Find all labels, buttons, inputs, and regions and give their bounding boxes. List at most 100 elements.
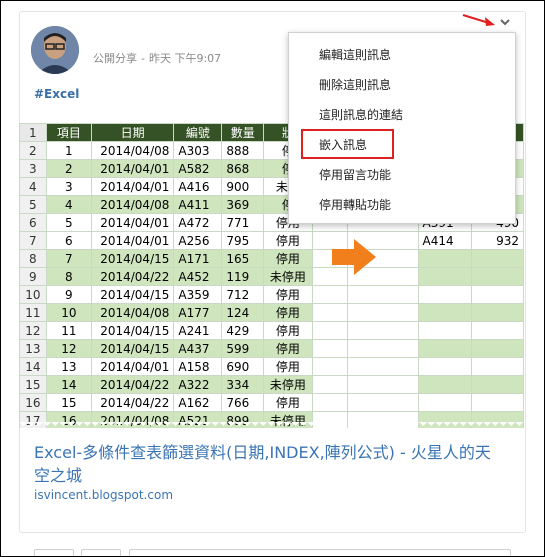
sheet-cell: A452 — [173, 267, 223, 286]
sheet-cell — [346, 321, 419, 340]
post-time[interactable]: 昨天 下午9:07 — [149, 52, 221, 65]
sheet-cell: A241 — [173, 321, 223, 340]
sheet-column-header: 項目 — [45, 123, 92, 142]
sheet-cell — [311, 321, 348, 340]
sheet-cell: A416 — [173, 177, 223, 196]
sheet-cell: 7 — [45, 249, 92, 268]
sheet-cell — [470, 321, 524, 340]
sheet-cell: 932 — [470, 231, 524, 250]
link-title[interactable]: Excel-多條件查表篩選資料(日期,INDEX,陣列公式) - 火星人的天空之… — [34, 441, 504, 487]
sheet-cell: 334 — [221, 375, 265, 394]
sheet-cell: A359 — [173, 285, 223, 304]
hashtag-link[interactable]: #Excel — [34, 87, 79, 101]
sheet-cell — [311, 375, 348, 394]
sheet-cell: 2014/04/15 — [90, 285, 175, 304]
sheet-cell: 11 — [45, 321, 92, 340]
sheet-cell: 停用 — [263, 231, 313, 250]
sheet-cell: A414 — [417, 231, 472, 250]
annotation-red-arrow-icon — [462, 14, 495, 26]
bottom-action-button[interactable] — [81, 549, 121, 556]
chevron-down-icon[interactable] — [499, 17, 511, 27]
sheet-cell: 15 — [45, 393, 92, 412]
sheet-row: 7 6 2014/04/01 A256 795 停用 A414 932 — [19, 231, 524, 250]
sheet-cell — [470, 357, 524, 376]
sheet-cell: 766 — [221, 393, 265, 412]
sheet-cell: 165 — [221, 249, 265, 268]
sheet-cell — [417, 357, 472, 376]
sheet-cell: 停用 — [263, 339, 313, 358]
sheet-cell: 2014/04/01 — [90, 231, 175, 250]
sheet-row: 10 9 2014/04/15 A359 712 停用 — [19, 285, 524, 304]
row-number: 3 — [19, 159, 47, 178]
sheet-cell: 1 — [45, 141, 92, 160]
post-meta: 公開分享 - 昨天 下午9:07 — [93, 52, 222, 65]
sheet-cell: 停用 — [263, 249, 313, 268]
row-number: 10 — [19, 285, 47, 304]
sheet-cell: 2014/04/22 — [90, 393, 175, 412]
screenshot-frame: 公開分享-昨天 下午9:07 el #Excel 1項目日期編號數量狀21201… — [0, 0, 545, 557]
row-number: 7 — [19, 231, 47, 250]
author-avatar[interactable] — [31, 26, 79, 74]
link-domain[interactable]: isvincent.blogspot.com — [34, 488, 173, 502]
menu-item-link[interactable]: 這則訊息的連結 — [319, 106, 403, 123]
sheet-cell: 3 — [45, 177, 92, 196]
sheet-cell: 10 — [45, 303, 92, 322]
menu-item-delete[interactable]: 刪除這則訊息 — [319, 76, 391, 93]
sheet-cell: 2014/04/22 — [90, 375, 175, 394]
menu-item-disable-comments[interactable]: 停用留言功能 — [319, 166, 391, 183]
sheet-cell: 停用 — [263, 321, 313, 340]
comment-box[interactable] — [129, 549, 511, 556]
sheet-row: 16 15 2014/04/22 A162 766 停用 — [19, 393, 524, 412]
sheet-cell: 停用 — [263, 357, 313, 376]
sheet-cell — [346, 393, 419, 412]
row-number: 13 — [19, 339, 47, 358]
sheet-cell: 停用 — [263, 303, 313, 322]
sheet-cell: 429 — [221, 321, 265, 340]
sheet-row: 9 8 2014/04/22 A452 119 未停用 — [19, 267, 524, 286]
sheet-cell — [311, 357, 348, 376]
row-number: 9 — [19, 267, 47, 286]
sheet-cell: A177 — [173, 303, 223, 322]
row-number: 15 — [19, 375, 47, 394]
menu-item-edit[interactable]: 編輯這則訊息 — [319, 46, 391, 63]
sheet-cell: 2014/04/15 — [90, 321, 175, 340]
sheet-cell: 13 — [45, 357, 92, 376]
sheet-cell: A472 — [173, 213, 223, 232]
menu-item-disable-reshares[interactable]: 停用轉貼功能 — [319, 196, 391, 213]
sheet-cell: A437 — [173, 339, 223, 358]
sheet-cell — [417, 267, 472, 286]
row-number: 8 — [19, 249, 47, 268]
sheet-cell: A303 — [173, 141, 223, 160]
sheet-row: 12 11 2014/04/15 A241 429 停用 — [19, 321, 524, 340]
sheet-cell: 未停用 — [263, 267, 313, 286]
sheet-cell: 8 — [45, 267, 92, 286]
highlight-box — [301, 129, 394, 159]
sheet-column-header: 編號 — [173, 123, 223, 142]
sheet-cell: 2014/04/08 — [90, 195, 175, 214]
sheet-cell: A158 — [173, 357, 223, 376]
sheet-cell — [417, 249, 472, 268]
sheet-cell — [311, 339, 348, 358]
sheet-cell — [470, 393, 524, 412]
sheet-cell: A171 — [173, 249, 223, 268]
sheet-cell: 2014/04/01 — [90, 357, 175, 376]
sheet-column-header: 數量 — [221, 123, 265, 142]
row-number: 5 — [19, 195, 47, 214]
sheet-cell: 2014/04/22 — [90, 267, 175, 286]
sheet-cell: 2014/04/08 — [90, 303, 175, 322]
torn-edge — [19, 422, 524, 428]
sheet-cell — [346, 375, 419, 394]
sheet-cell — [417, 375, 472, 394]
sheet-cell: 888 — [221, 141, 265, 160]
sheet-cell: 771 — [221, 213, 265, 232]
post-options-menu: 編輯這則訊息 刪除這則訊息 這則訊息的連結 嵌入訊息 停用留言功能 停用轉貼功能 — [288, 32, 516, 224]
sheet-cell: 2014/04/01 — [90, 213, 175, 232]
sheet-cell: 599 — [221, 339, 265, 358]
sheet-cell — [346, 339, 419, 358]
sheet-cell: 2014/04/08 — [90, 141, 175, 160]
sheet-cell: 5 — [45, 213, 92, 232]
visibility-label[interactable]: 公開分享 — [93, 52, 137, 65]
sheet-cell — [311, 303, 348, 322]
bottom-action-button[interactable] — [34, 549, 74, 556]
sheet-cell: 369 — [221, 195, 265, 214]
